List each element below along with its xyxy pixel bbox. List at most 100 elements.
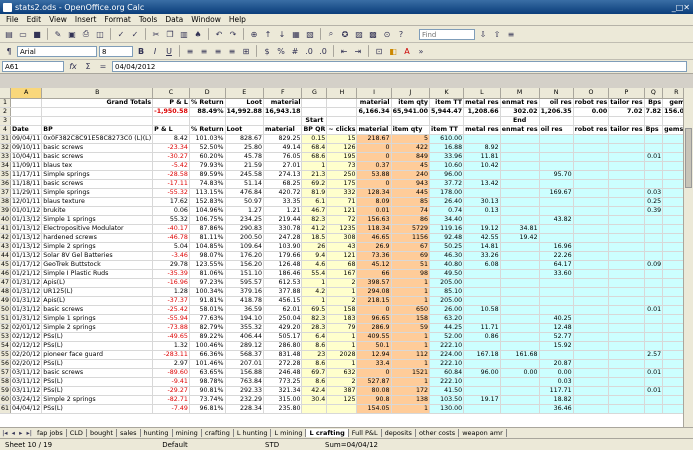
cell[interactable]: Bps: [644, 125, 664, 135]
cell[interactable]: 1,208.66: [463, 107, 501, 117]
cell[interactable]: [573, 314, 610, 324]
cell[interactable]: 33.35: [263, 197, 303, 207]
cell[interactable]: 18.5: [301, 233, 328, 243]
cell[interactable]: 0.01: [356, 206, 392, 216]
cell[interactable]: 19.42: [500, 233, 540, 243]
cell[interactable]: 175: [326, 179, 358, 189]
cell[interactable]: 272.28: [263, 359, 303, 369]
cell[interactable]: [644, 377, 664, 387]
cell[interactable]: Simple 1 springs: [41, 215, 154, 225]
cell[interactable]: [326, 404, 358, 414]
cell[interactable]: 321.34: [263, 386, 303, 396]
cell[interactable]: [539, 134, 574, 144]
column-header[interactable]: K: [429, 88, 465, 99]
cell[interactable]: [41, 107, 154, 117]
cell[interactable]: P & L: [152, 125, 190, 135]
cell[interactable]: [608, 404, 645, 414]
cell[interactable]: 03/11/12: [10, 377, 43, 387]
cell[interactable]: 03/11/12: [10, 368, 43, 378]
cell[interactable]: Simple springs: [41, 170, 154, 180]
cell[interactable]: [463, 278, 501, 288]
cell[interactable]: [500, 251, 540, 261]
cell[interactable]: 12/01/11: [10, 197, 43, 207]
find-next-icon[interactable]: ⇩: [477, 28, 489, 40]
cell[interactable]: [644, 116, 664, 126]
cell[interactable]: 292.33: [225, 386, 265, 396]
copy-icon[interactable]: ❐: [164, 28, 176, 40]
row-header[interactable]: 52: [0, 323, 11, 333]
cell[interactable]: 68.25: [263, 179, 303, 189]
cell[interactable]: Date: [10, 125, 43, 135]
cell[interactable]: 1: [326, 341, 358, 351]
cell[interactable]: 96.00: [463, 368, 501, 378]
cell[interactable]: 308: [326, 233, 358, 243]
cell[interactable]: [608, 341, 645, 351]
cell[interactable]: [500, 395, 540, 405]
cell[interactable]: [608, 242, 645, 252]
cell[interactable]: 167.18: [463, 350, 501, 360]
cell[interactable]: 52.77: [539, 332, 574, 342]
cell[interactable]: [301, 98, 328, 108]
cell[interactable]: item TT: [429, 98, 465, 108]
cell[interactable]: Electropositive Modulator: [41, 224, 154, 234]
cell[interactable]: 117.71: [539, 386, 574, 396]
equals-icon[interactable]: =: [97, 61, 109, 73]
find-input[interactable]: Find: [419, 28, 475, 40]
cell[interactable]: 161.68: [500, 350, 540, 360]
cell[interactable]: PSs(L): [41, 386, 154, 396]
cell[interactable]: 2: [326, 278, 358, 288]
cell[interactable]: [10, 116, 43, 126]
cell[interactable]: -55.94: [152, 314, 190, 324]
cell[interactable]: [573, 332, 610, 342]
cell[interactable]: 02/20/12: [10, 359, 43, 369]
cell[interactable]: 41.50: [429, 386, 465, 396]
cell[interactable]: [608, 314, 645, 324]
row-header[interactable]: 35: [0, 170, 11, 180]
cell[interactable]: 98: [391, 269, 431, 279]
cell[interactable]: 240: [391, 170, 431, 180]
cell[interactable]: 63.65%: [189, 368, 226, 378]
cell[interactable]: 85.10: [429, 287, 465, 297]
cell[interactable]: ~ clicks: [326, 125, 358, 135]
cell[interactable]: [573, 269, 610, 279]
cell[interactable]: 21.59: [225, 161, 265, 171]
cell[interactable]: [10, 107, 43, 117]
column-header[interactable]: B: [41, 88, 154, 99]
cell[interactable]: PSs(L): [41, 332, 154, 342]
cell[interactable]: 43.82: [539, 215, 574, 225]
styles-icon[interactable]: ¶: [3, 45, 15, 57]
close-button[interactable]: ✕: [683, 3, 690, 12]
cell[interactable]: 205.00: [429, 296, 465, 306]
cell[interactable]: Simple springs: [41, 188, 154, 198]
row-header[interactable]: 47: [0, 278, 11, 288]
cell[interactable]: [500, 332, 540, 342]
menu-file[interactable]: File: [2, 15, 23, 24]
cell[interactable]: 286.9: [356, 323, 392, 333]
cell[interactable]: [463, 170, 501, 180]
cell[interactable]: enmat res: [500, 98, 540, 108]
cell[interactable]: 377.88: [263, 287, 303, 297]
cell[interactable]: 0.03: [539, 377, 574, 387]
cell[interactable]: 0: [356, 368, 392, 378]
print-icon[interactable]: ⎙: [80, 28, 92, 40]
cell[interactable]: [500, 278, 540, 288]
cell[interactable]: 205.00: [429, 278, 465, 288]
cell[interactable]: hardened screws: [41, 233, 154, 243]
cell[interactable]: [539, 197, 574, 207]
cell[interactable]: metal res: [463, 98, 501, 108]
cell[interactable]: 222.10: [429, 341, 465, 351]
cell[interactable]: 21.3: [301, 170, 328, 180]
cell[interactable]: [539, 287, 574, 297]
cell[interactable]: [326, 98, 358, 108]
cell[interactable]: 60.84: [429, 368, 465, 378]
cell[interactable]: 34.40: [429, 215, 465, 225]
cell[interactable]: 406.44: [225, 332, 265, 342]
cell[interactable]: 222.10: [429, 359, 465, 369]
cell[interactable]: -40.17: [152, 224, 190, 234]
cell[interactable]: 1: [301, 296, 328, 306]
cell[interactable]: 86: [391, 215, 431, 225]
cell[interactable]: basic screws: [41, 143, 154, 153]
cell[interactable]: material: [356, 125, 392, 135]
cell[interactable]: [573, 278, 610, 288]
cell[interactable]: [608, 179, 645, 189]
